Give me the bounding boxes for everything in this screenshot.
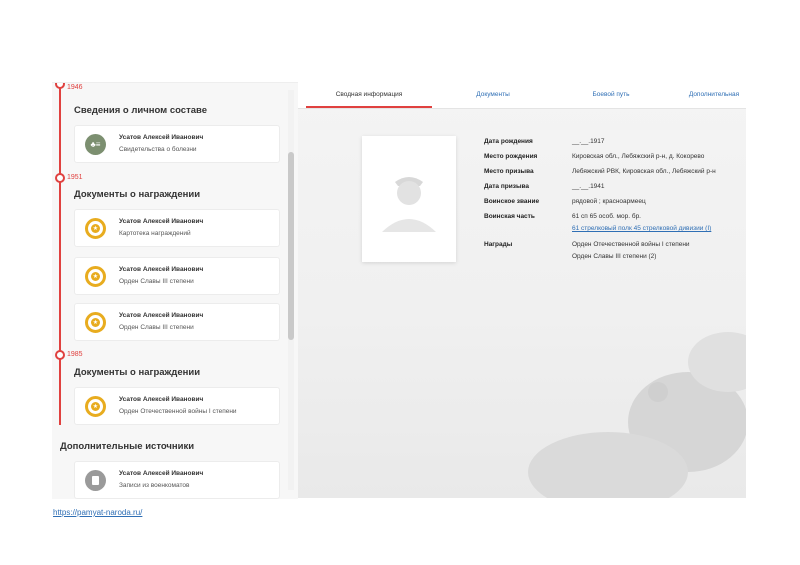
tab-documents[interactable]: Документы — [438, 82, 548, 108]
info-label: Место призыва — [484, 168, 534, 175]
document-card[interactable]: ★ Усатов Алексей Иванович Орден Славы II… — [74, 303, 280, 341]
tab-summary[interactable]: Сводная информация — [306, 82, 432, 108]
info-label: Дата рождения — [484, 138, 533, 145]
document-type: Записи из военкоматов — [119, 482, 190, 489]
info-value: Орден Славы III степени (2) — [572, 253, 657, 260]
award-medal-icon: ★ — [85, 396, 106, 417]
info-value: Лебяжский РВК, Кировская обл., Лебяжский… — [572, 168, 716, 175]
timeline-line — [59, 83, 61, 425]
document-card[interactable]: Усатов Алексей Иванович Записи из военко… — [74, 461, 280, 499]
unit-link[interactable]: 61 стрелковый полк 45 стрелковой дивизии… — [572, 225, 711, 232]
timeline-dot — [55, 83, 65, 89]
award-medal-icon: ★ — [85, 312, 106, 333]
section-title: Документы о награждении — [74, 367, 201, 378]
info-label: Награды — [484, 241, 513, 248]
document-type: Орден Славы III степени — [119, 278, 194, 285]
person-name: Усатов Алексей Иванович — [119, 134, 204, 141]
soldier-silhouette-icon — [382, 177, 436, 232]
person-name: Усатов Алексей Иванович — [119, 470, 204, 477]
tab-combat-path[interactable]: Боевой путь — [556, 82, 666, 108]
background-photo — [528, 332, 746, 498]
info-label: Воинская часть — [484, 213, 535, 220]
person-name: Усатов Алексей Иванович — [119, 266, 204, 273]
timeline-panel: 1946 Сведения о личном составе ♣≡ Усатов… — [52, 82, 298, 499]
tab-additional[interactable]: Дополнительная — [674, 82, 746, 108]
medical-record-icon: ♣≡ — [85, 134, 106, 155]
document-type: Орден Славы III степени — [119, 324, 194, 331]
document-card[interactable]: ★ Усатов Алексей Иванович Орден Славы II… — [74, 257, 280, 295]
info-value: Кировская обл., Лебяжский р-н, д. Кокоре… — [572, 153, 705, 160]
tab-bar: Сводная информация Документы Боевой путь… — [298, 82, 746, 109]
portrait-placeholder — [362, 136, 456, 262]
info-label: Воинское звание — [484, 198, 540, 205]
timeline-year: 1985 — [67, 351, 83, 358]
timeline-year: 1951 — [67, 174, 83, 181]
document-card[interactable]: ★ Усатов Алексей Иванович Орден Отечеств… — [74, 387, 280, 425]
info-value: 61 сп 65 особ. мор. бр. — [572, 213, 641, 220]
info-label: Место рождения — [484, 153, 538, 160]
person-name: Усатов Алексей Иванович — [119, 218, 204, 225]
timeline-dot — [55, 350, 65, 360]
info-value: __.__.1917 — [572, 138, 605, 145]
scrollbar-thumb[interactable] — [288, 152, 294, 340]
award-medal-icon: ★ — [85, 266, 106, 287]
timeline-dot — [55, 173, 65, 183]
info-value: рядовой ; красноармеец — [572, 198, 646, 205]
person-details-panel: Сводная информация Документы Боевой путь… — [298, 82, 746, 498]
person-name: Усатов Алексей Иванович — [119, 312, 204, 319]
source-link[interactable]: https://pamyat-naroda.ru/ — [53, 508, 142, 517]
timeline-year: 1946 — [67, 84, 83, 91]
section-title: Документы о награждении — [74, 189, 201, 200]
document-type: Орден Отечественной войны I степени — [119, 408, 237, 415]
award-medal-icon: ★ — [85, 218, 106, 239]
document-icon — [85, 470, 106, 491]
section-title: Дополнительные источники — [60, 441, 195, 452]
document-card[interactable]: ♣≡ Усатов Алексей Иванович Свидетельства… — [74, 125, 280, 163]
document-type: Свидетельства о болезни — [119, 146, 197, 153]
person-name: Усатов Алексей Иванович — [119, 396, 204, 403]
document-type: Картотека награждений — [119, 230, 191, 237]
section-title: Сведения о личном составе — [74, 105, 208, 116]
info-value: Орден Отечественной войны I степени — [572, 241, 690, 248]
info-value: __.__.1941 — [572, 183, 605, 190]
military-unit-link[interactable]: 61 стрелковый полк 45 стрелковой дивизии… — [572, 225, 711, 232]
document-card[interactable]: ★ Усатов Алексей Иванович Картотека нагр… — [74, 209, 280, 247]
info-label: Дата призыва — [484, 183, 530, 190]
